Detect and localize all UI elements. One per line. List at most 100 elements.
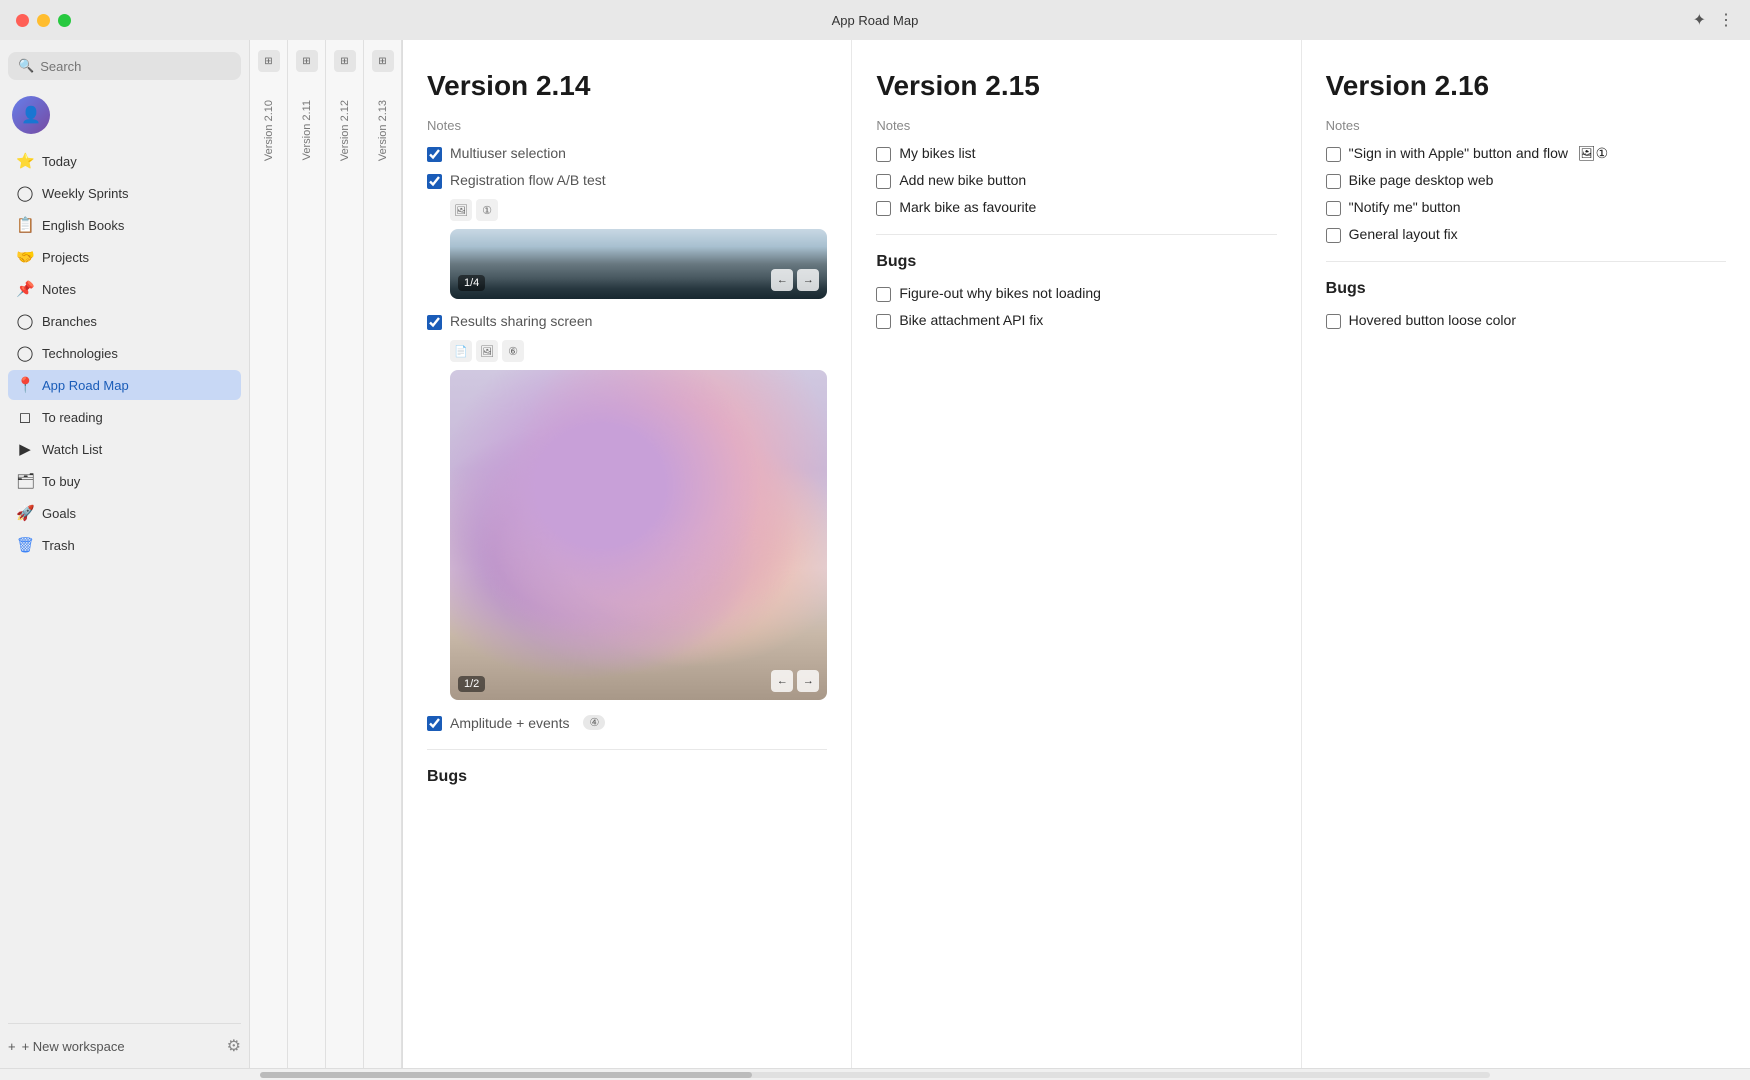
sidebar-item-watch-list[interactable]: ▶ Watch List xyxy=(8,434,241,464)
version-tab-expand-btn[interactable]: ⊞ xyxy=(296,50,318,72)
sidebar-item-goals[interactable]: 🚀 Goals xyxy=(8,498,241,528)
version-tab-213[interactable]: ⊞ Version 2.13 xyxy=(364,40,402,1068)
version-tab-212[interactable]: ⊞ Version 2.12 xyxy=(326,40,364,1068)
checklist-checkbox[interactable] xyxy=(1326,314,1341,329)
sidebar-item-projects[interactable]: 🤝 Projects xyxy=(8,242,241,272)
version-tab-210[interactable]: ⊞ Version 2.10 xyxy=(250,40,288,1068)
checklist-checkbox[interactable] xyxy=(876,287,891,302)
version-tabs: ⊞ Version 2.10 ⊞ Version 2.11 ⊞ Version … xyxy=(250,40,403,1068)
amplitude-badge: ④ xyxy=(583,715,605,730)
carousel-prev-button[interactable]: ← xyxy=(771,269,793,291)
version-215-title: Version 2.15 xyxy=(876,70,1276,102)
section-divider xyxy=(1326,261,1726,262)
new-workspace-button[interactable]: + + New workspace xyxy=(8,1039,125,1054)
more-options-icon[interactable]: ⋮ xyxy=(1718,10,1734,30)
notes-icon: 📌 xyxy=(16,280,34,298)
checklist-checkbox[interactable] xyxy=(1326,228,1341,243)
projects-icon: 🤝 xyxy=(16,248,34,266)
carousel-nav: ← → xyxy=(771,269,819,291)
sidebar-item-to-buy[interactable]: 🗂 To buy xyxy=(8,466,241,496)
sidebar: 🔍 👤 ⭐ Today ◯ Weekly Sprints 📋 English B… xyxy=(0,40,250,1068)
sidebar-item-weekly-sprints[interactable]: ◯ Weekly Sprints xyxy=(8,178,241,208)
star-icon: ⭐ xyxy=(16,152,34,170)
checklist-checkbox[interactable] xyxy=(876,314,891,329)
checklist-item: Figure-out why bikes not loading xyxy=(876,285,1276,302)
checklist-checkbox[interactable] xyxy=(427,315,442,330)
bottom-scrollbar[interactable] xyxy=(0,1068,1750,1080)
branches-icon: ◯ xyxy=(16,312,34,330)
carousel-prev-button[interactable]: ← xyxy=(771,670,793,692)
main-content: Version 2.14 Notes Multiuser selection R… xyxy=(403,40,1750,1068)
app-body: 🔍 👤 ⭐ Today ◯ Weekly Sprints 📋 English B… xyxy=(0,40,1750,1068)
checklist-checkbox[interactable] xyxy=(427,174,442,189)
sidebar-item-trash[interactable]: 🗑 Trash xyxy=(8,530,241,560)
buy-icon: 🗂 xyxy=(16,472,34,490)
checklist-checkbox[interactable] xyxy=(1326,201,1341,216)
scrollbar-track[interactable] xyxy=(260,1072,1490,1078)
item-icons: 🖼 ① xyxy=(450,199,827,221)
doc-icon-badge: 📄 xyxy=(450,340,472,362)
flowers-image xyxy=(450,370,827,700)
checklist-item: Results sharing screen xyxy=(427,313,827,330)
checklist-item: Amplitude + events ④ xyxy=(427,714,827,731)
checklist-checkbox[interactable] xyxy=(876,201,891,216)
version-215-bugs-title: Bugs xyxy=(876,253,1276,271)
sidebar-bottom: + + New workspace ⚙ xyxy=(8,1023,241,1056)
circle-icon: ◯ xyxy=(16,184,34,202)
sidebar-item-app-road-map[interactable]: 📍 App Road Map xyxy=(8,370,241,400)
book-icon: 📋 xyxy=(16,216,34,234)
checklist-item: Multiuser selection xyxy=(427,145,827,162)
settings-icon[interactable]: ⚙ xyxy=(227,1036,241,1056)
carousel-counter: 1/2 xyxy=(458,676,485,692)
checklist-checkbox[interactable] xyxy=(1326,147,1341,162)
checklist-checkbox[interactable] xyxy=(876,147,891,162)
flowers-carousel[interactable]: 1/2 ← → xyxy=(450,370,827,700)
version-tab-211[interactable]: ⊞ Version 2.11 xyxy=(288,40,326,1068)
carousel-counter: 1/4 xyxy=(458,275,485,291)
title-bar: App Road Map ✦ ⋮ xyxy=(0,0,1750,40)
sidebar-item-english-books[interactable]: 📋 English Books xyxy=(8,210,241,240)
version-tab-expand-btn[interactable]: ⊞ xyxy=(372,50,394,72)
signin-icons: 🖼① xyxy=(1578,145,1608,161)
checklist-item: "Sign in with Apple" button and flow 🖼① xyxy=(1326,145,1726,162)
section-divider xyxy=(427,749,827,750)
sidebar-item-branches[interactable]: ◯ Branches xyxy=(8,306,241,336)
reading-icon: ◻ xyxy=(16,408,34,426)
checklist-item: Registration flow A/B test xyxy=(427,172,827,189)
maximize-button[interactable] xyxy=(58,14,71,27)
checklist-item: Bike page desktop web xyxy=(1326,172,1726,189)
version-216-bugs-title: Bugs xyxy=(1326,280,1726,298)
scrollbar-thumb[interactable] xyxy=(260,1072,752,1078)
search-input[interactable] xyxy=(40,59,231,74)
carousel-next-button[interactable]: → xyxy=(797,269,819,291)
checklist-checkbox[interactable] xyxy=(1326,174,1341,189)
goals-icon: 🚀 xyxy=(16,504,34,522)
close-button[interactable] xyxy=(16,14,29,27)
sidebar-item-to-reading[interactable]: ◻ To reading xyxy=(8,402,241,432)
minimize-button[interactable] xyxy=(37,14,50,27)
section-divider xyxy=(876,234,1276,235)
play-icon: ▶ xyxy=(16,440,34,458)
plus-icon: + xyxy=(8,1039,16,1054)
checklist-checkbox[interactable] xyxy=(427,716,442,731)
version-216-notes-label: Notes xyxy=(1326,118,1726,133)
checklist-item: My bikes list xyxy=(876,145,1276,162)
checklist-item: "Notify me" button xyxy=(1326,199,1726,216)
checklist-item: Hovered button loose color xyxy=(1326,312,1726,329)
version-216-title: Version 2.16 xyxy=(1326,70,1726,102)
image-icon-badge: 🖼 xyxy=(476,340,498,362)
forest-carousel[interactable]: 1/4 ← → xyxy=(450,229,827,299)
search-bar[interactable]: 🔍 xyxy=(8,52,241,80)
sidebar-item-today[interactable]: ⭐ Today xyxy=(8,146,241,176)
version-tab-expand-btn[interactable]: ⊞ xyxy=(334,50,356,72)
checklist-checkbox[interactable] xyxy=(427,147,442,162)
puzzle-icon[interactable]: ✦ xyxy=(1693,10,1706,30)
checklist-item: General layout fix xyxy=(1326,226,1726,243)
checklist-checkbox[interactable] xyxy=(876,174,891,189)
avatar: 👤 xyxy=(12,96,50,134)
sidebar-item-notes[interactable]: 📌 Notes xyxy=(8,274,241,304)
version-tab-expand-btn[interactable]: ⊞ xyxy=(258,50,280,72)
carousel-next-button[interactable]: → xyxy=(797,670,819,692)
sidebar-item-technologies[interactable]: ◯ Technologies xyxy=(8,338,241,368)
map-pin-icon: 📍 xyxy=(16,376,34,394)
